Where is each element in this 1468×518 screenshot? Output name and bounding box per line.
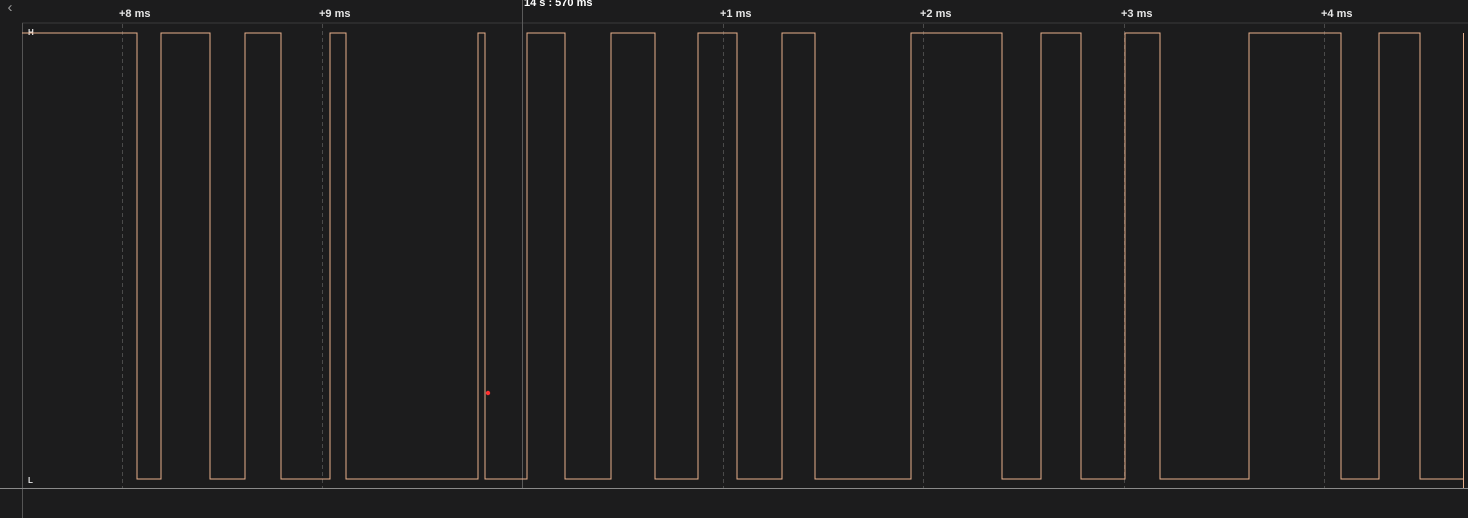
logic-analyzer-view: ‹ 14 s : 570 ms +8 ms +9 ms +1 ms +2 ms …	[0, 0, 1468, 518]
waveform-plot[interactable]: 14 s : 570 ms +8 ms +9 ms +1 ms +2 ms +3…	[0, 0, 1468, 518]
tick-label: +1 ms	[720, 8, 752, 20]
tick-label: +3 ms	[1121, 8, 1153, 20]
reference-marker-label: 14 s : 570 ms	[524, 0, 593, 9]
low-level-label: L	[28, 476, 33, 485]
digital-waveform-trace[interactable]	[22, 32, 1463, 480]
tick-label: +9 ms	[319, 8, 351, 20]
grid-lines	[122, 24, 1325, 488]
tick-label: +8 ms	[119, 8, 151, 20]
tick-label: +2 ms	[920, 8, 952, 20]
tick-label: +4 ms	[1321, 8, 1353, 20]
cursor-dot[interactable]	[485, 390, 491, 396]
